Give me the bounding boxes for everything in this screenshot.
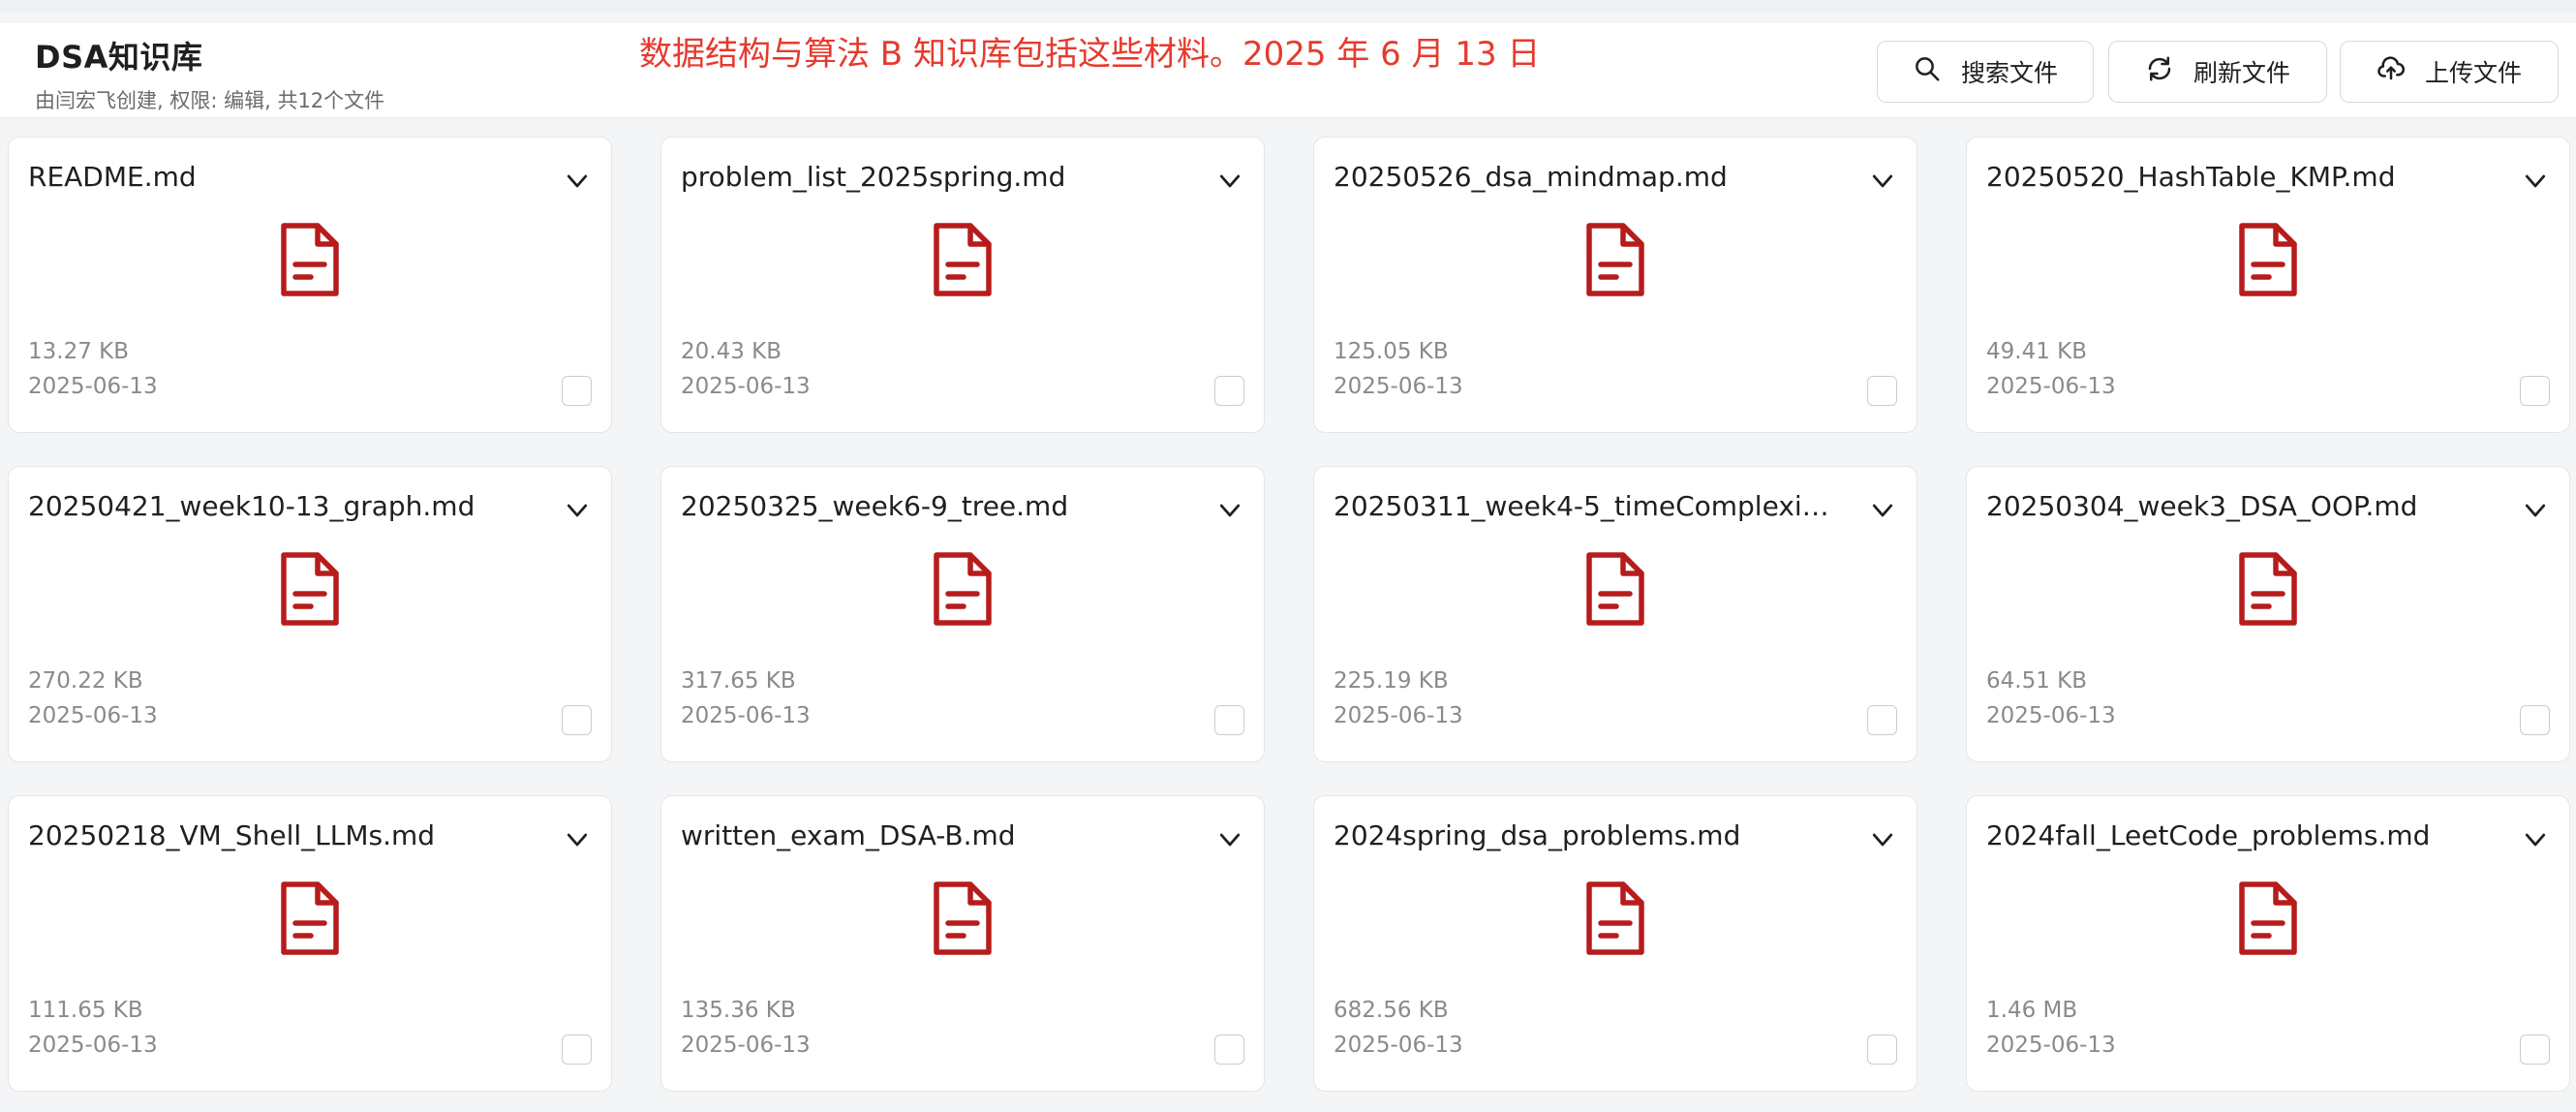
file-card[interactable]: 20250304_week3_DSA_OOP.md 64.51 KB 2025-06… (1966, 466, 2570, 762)
file-size: 225.19 KB (1334, 668, 1449, 694)
file-name[interactable]: written_exam_DSA-B.md (681, 819, 1184, 851)
file-card[interactable]: problem_list_2025spring.md 20.43 KB 2025-0… (660, 137, 1265, 433)
document-file-icon (932, 221, 994, 298)
file-name[interactable]: 20250311_week4-5_timeComplexity_lin... (1334, 490, 1837, 522)
document-file-icon (2237, 221, 2299, 298)
select-checkbox[interactable] (562, 376, 592, 406)
chevron-down-icon[interactable] (563, 496, 592, 525)
file-date: 2025-06-13 (1986, 1033, 2116, 1058)
file-size: 20.43 KB (681, 339, 782, 364)
file-card[interactable]: 20250421_week10-13_graph.md 270.22 KB 2025… (8, 466, 612, 762)
document-file-icon (279, 221, 341, 298)
select-checkbox[interactable] (1867, 1035, 1897, 1065)
chevron-down-icon[interactable] (1215, 825, 1244, 854)
file-date: 2025-06-13 (1986, 374, 2116, 399)
chevron-down-icon[interactable] (1868, 167, 1897, 196)
file-size: 49.41 KB (1986, 339, 2088, 364)
select-checkbox[interactable] (1214, 376, 1244, 406)
file-size: 270.22 KB (28, 668, 143, 694)
file-size: 317.65 KB (681, 668, 796, 694)
file-card[interactable]: 20250311_week4-5_timeComplexity_lin... 22… (1313, 466, 1917, 762)
select-checkbox[interactable] (1867, 376, 1897, 406)
file-name[interactable]: 20250520_HashTable_KMP.md (1986, 161, 2490, 193)
document-file-icon (279, 880, 341, 957)
document-file-icon (2237, 550, 2299, 628)
select-checkbox[interactable] (1214, 705, 1244, 735)
select-checkbox[interactable] (562, 705, 592, 735)
file-date: 2025-06-13 (28, 374, 158, 399)
file-date: 2025-06-13 (681, 374, 811, 399)
document-file-icon (1584, 880, 1646, 957)
file-card[interactable]: 20250325_week6-9_tree.md 317.65 KB 2025-06… (660, 466, 1265, 762)
file-size: 125.05 KB (1334, 339, 1449, 364)
document-file-icon (279, 550, 341, 628)
document-file-icon (932, 550, 994, 628)
file-date: 2025-06-13 (1986, 703, 2116, 728)
file-name[interactable]: 2024spring_dsa_problems.md (1334, 819, 1837, 851)
select-checkbox[interactable] (1867, 705, 1897, 735)
file-size: 135.36 KB (681, 998, 796, 1023)
file-date: 2025-06-13 (1334, 374, 1463, 399)
chevron-down-icon[interactable] (2521, 825, 2550, 854)
chevron-down-icon[interactable] (563, 825, 592, 854)
file-card[interactable]: README.md 13.27 KB 2025-06-13 (8, 137, 612, 433)
file-name[interactable]: 2024fall_LeetCode_problems.md (1986, 819, 2490, 851)
file-date: 2025-06-13 (681, 703, 811, 728)
file-name[interactable]: 20250304_week3_DSA_OOP.md (1986, 490, 2490, 522)
chevron-down-icon[interactable] (1868, 825, 1897, 854)
file-date: 2025-06-13 (28, 703, 158, 728)
file-size: 64.51 KB (1986, 668, 2088, 694)
document-file-icon (1584, 221, 1646, 298)
file-grid: README.md 13.27 KB 2025-06-13 problem_list_… (0, 0, 2576, 1112)
file-card[interactable]: written_exam_DSA-B.md 135.36 KB 2025-06-13 (660, 795, 1265, 1092)
file-card[interactable]: 2024spring_dsa_problems.md 682.56 KB 2025-… (1313, 795, 1917, 1092)
file-card[interactable]: 2024fall_LeetCode_problems.md 1.46 MB 2025… (1966, 795, 2570, 1092)
select-checkbox[interactable] (2520, 376, 2550, 406)
file-name[interactable]: README.md (28, 161, 532, 193)
file-date: 2025-06-13 (1334, 1033, 1463, 1058)
chevron-down-icon[interactable] (2521, 167, 2550, 196)
select-checkbox[interactable] (562, 1035, 592, 1065)
file-name[interactable]: 20250421_week10-13_graph.md (28, 490, 532, 522)
select-checkbox[interactable] (2520, 1035, 2550, 1065)
file-name[interactable]: problem_list_2025spring.md (681, 161, 1184, 193)
document-file-icon (2237, 880, 2299, 957)
file-card[interactable]: 20250520_HashTable_KMP.md 49.41 KB 2025-06… (1966, 137, 2570, 433)
file-date: 2025-06-13 (681, 1033, 811, 1058)
file-date: 2025-06-13 (1334, 703, 1463, 728)
chevron-down-icon[interactable] (1215, 167, 1244, 196)
file-date: 2025-06-13 (28, 1033, 158, 1058)
select-checkbox[interactable] (1214, 1035, 1244, 1065)
file-name[interactable]: 20250325_week6-9_tree.md (681, 490, 1184, 522)
chevron-down-icon[interactable] (1215, 496, 1244, 525)
chevron-down-icon[interactable] (563, 167, 592, 196)
document-file-icon (1584, 550, 1646, 628)
file-name[interactable]: 20250218_VM_Shell_LLMs.md (28, 819, 532, 851)
file-size: 111.65 KB (28, 998, 143, 1023)
file-card[interactable]: 20250526_dsa_mindmap.md 125.05 KB 2025-06-… (1313, 137, 1917, 433)
file-size: 682.56 KB (1334, 998, 1449, 1023)
document-file-icon (932, 880, 994, 957)
chevron-down-icon[interactable] (2521, 496, 2550, 525)
file-size: 1.46 MB (1986, 998, 2078, 1023)
file-size: 13.27 KB (28, 339, 130, 364)
chevron-down-icon[interactable] (1868, 496, 1897, 525)
file-name[interactable]: 20250526_dsa_mindmap.md (1334, 161, 1837, 193)
select-checkbox[interactable] (2520, 705, 2550, 735)
file-card[interactable]: 20250218_VM_Shell_LLMs.md 111.65 KB 2025-0… (8, 795, 612, 1092)
